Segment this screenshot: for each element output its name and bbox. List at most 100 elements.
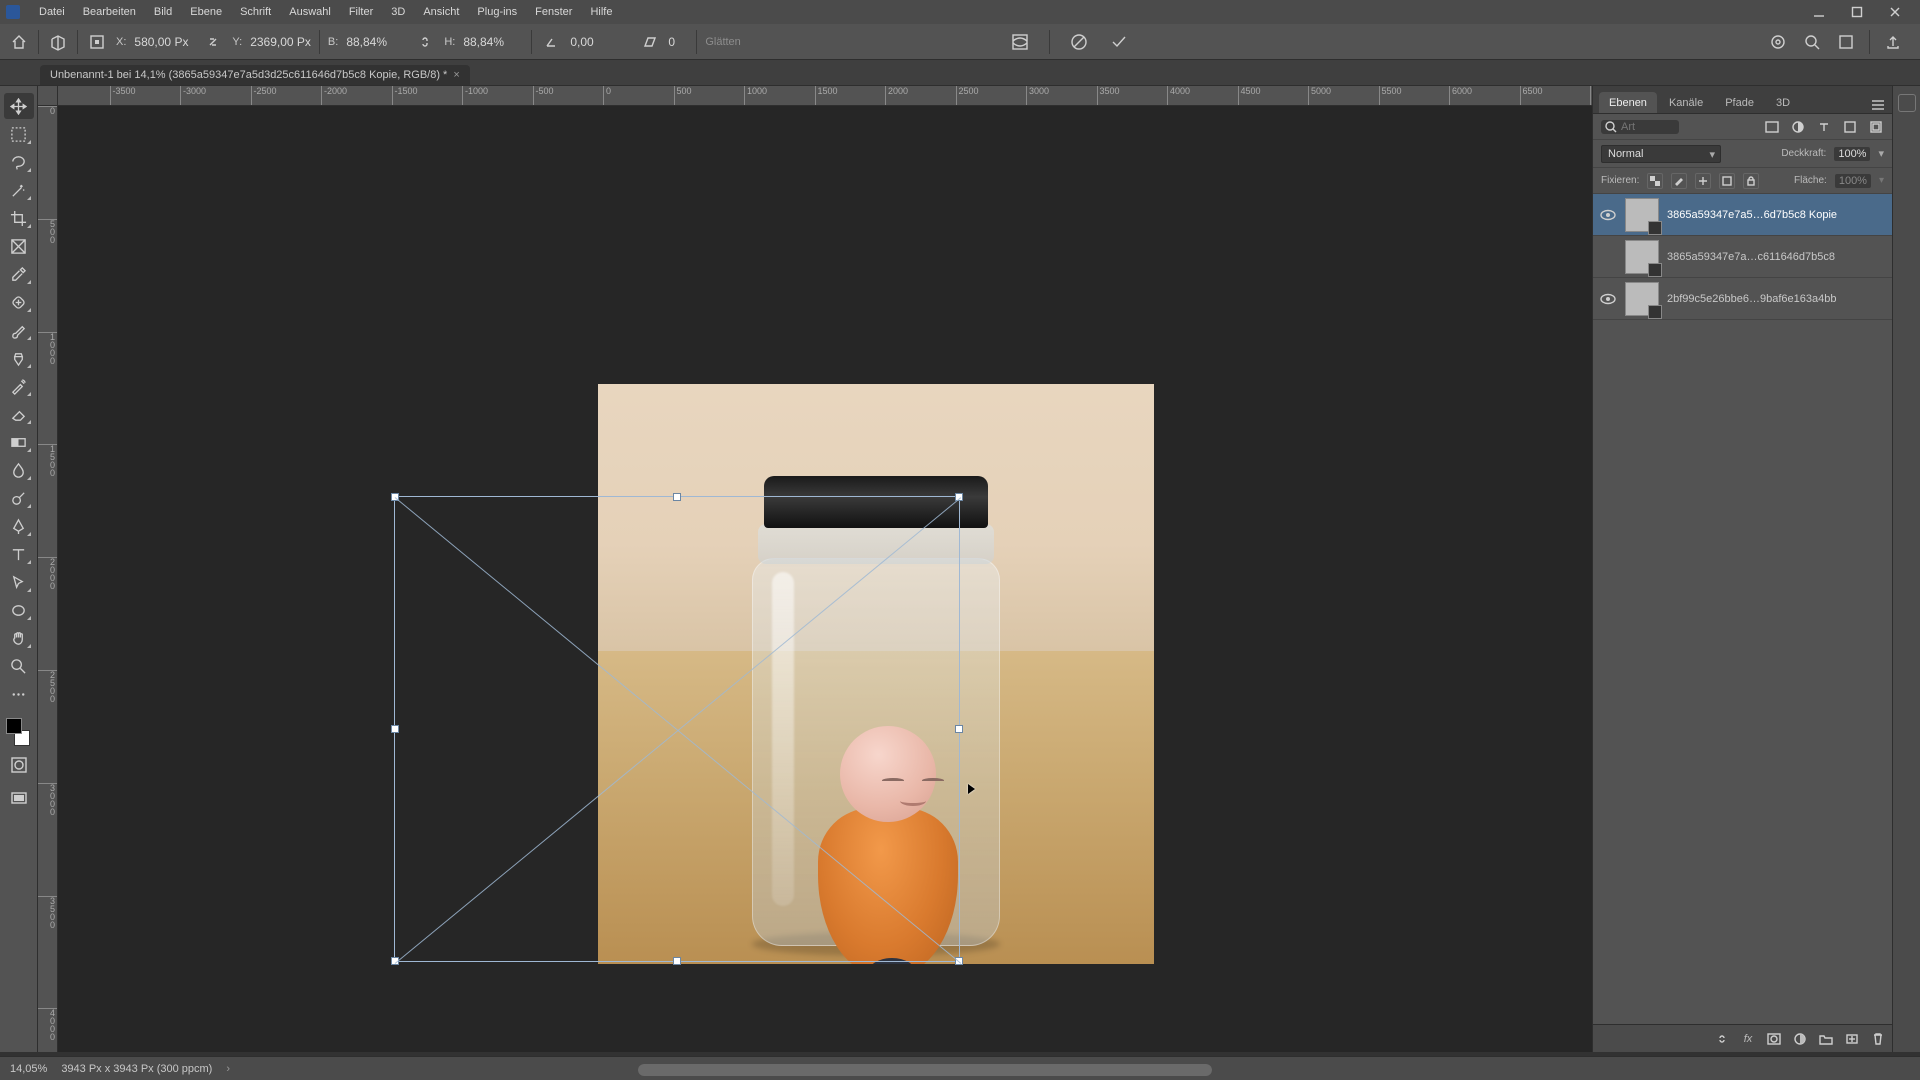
window-close-button[interactable] bbox=[1876, 0, 1914, 24]
foreground-color-swatch[interactable] bbox=[6, 718, 22, 734]
menu-datei[interactable]: Datei bbox=[30, 0, 74, 24]
fx-icon[interactable]: fx bbox=[1740, 1031, 1756, 1047]
share-icon[interactable] bbox=[1882, 31, 1904, 53]
opacity-value[interactable]: 100% bbox=[1834, 147, 1870, 161]
path-select-tool[interactable] bbox=[4, 569, 34, 595]
mask-icon[interactable] bbox=[1766, 1031, 1782, 1047]
menu-schrift[interactable]: Schrift bbox=[231, 0, 280, 24]
y-value[interactable]: 2369,00 Px bbox=[250, 35, 311, 49]
healing-tool[interactable] bbox=[4, 289, 34, 315]
lock-all-icon[interactable] bbox=[1743, 173, 1759, 189]
cancel-transform-button[interactable] bbox=[1068, 31, 1090, 53]
marquee-tool[interactable] bbox=[4, 121, 34, 147]
close-tab-icon[interactable]: × bbox=[453, 69, 459, 81]
home-button[interactable] bbox=[8, 31, 30, 53]
h-value[interactable]: 88,84% bbox=[463, 35, 523, 49]
transform-handle-n[interactable] bbox=[673, 493, 681, 501]
lock-artboard-icon[interactable] bbox=[1719, 173, 1735, 189]
clone-tool[interactable] bbox=[4, 345, 34, 371]
color-swatches[interactable] bbox=[4, 718, 34, 748]
layer-row[interactable]: 2bf99c5e26bbe6…9baf6e163a4bb bbox=[1593, 278, 1892, 320]
filter-type-icon[interactable] bbox=[1816, 119, 1832, 135]
status-docinfo[interactable]: 3943 Px x 3943 Px (300 ppcm) bbox=[61, 1063, 212, 1075]
adjustment-layer-icon[interactable] bbox=[1792, 1031, 1808, 1047]
menu-bearbeiten[interactable]: Bearbeiten bbox=[74, 0, 145, 24]
filter-smart-icon[interactable] bbox=[1868, 119, 1884, 135]
link-layers-icon[interactable] bbox=[1714, 1031, 1730, 1047]
status-chevron-icon[interactable]: › bbox=[226, 1063, 230, 1075]
blur-tool[interactable] bbox=[4, 457, 34, 483]
menu-auswahl[interactable]: Auswahl bbox=[280, 0, 340, 24]
crop-tool[interactable] bbox=[4, 205, 34, 231]
layer-visibility-toggle[interactable] bbox=[1599, 290, 1617, 308]
collapsed-panel-icon[interactable] bbox=[1898, 94, 1916, 112]
quick-mask-button[interactable] bbox=[4, 752, 34, 778]
lasso-tool[interactable] bbox=[4, 149, 34, 175]
canvas[interactable] bbox=[58, 106, 1592, 1052]
w-value[interactable]: 88,84% bbox=[346, 35, 406, 49]
lock-position-icon[interactable] bbox=[1695, 173, 1711, 189]
layer-visibility-toggle[interactable] bbox=[1599, 206, 1617, 224]
hand-tool[interactable] bbox=[4, 625, 34, 651]
menu-ebene[interactable]: Ebene bbox=[181, 0, 231, 24]
status-zoom[interactable]: 14,05% bbox=[10, 1063, 47, 1075]
transform-preset-icon[interactable] bbox=[47, 31, 69, 53]
filter-pixel-icon[interactable] bbox=[1764, 119, 1780, 135]
horizontal-scrollbar[interactable] bbox=[638, 1064, 1212, 1076]
link-wh-icon[interactable] bbox=[414, 31, 436, 53]
eyedropper-tool[interactable] bbox=[4, 261, 34, 287]
tab-channels[interactable]: Kanäle bbox=[1659, 92, 1713, 113]
zoom-tool[interactable] bbox=[4, 653, 34, 679]
gradient-tool[interactable] bbox=[4, 429, 34, 455]
menu-plug-ins[interactable]: Plug-ins bbox=[468, 0, 526, 24]
fill-value[interactable]: 100% bbox=[1835, 174, 1871, 188]
commit-transform-button[interactable] bbox=[1108, 31, 1130, 53]
menu-3d[interactable]: 3D bbox=[382, 0, 414, 24]
reference-point-icon[interactable] bbox=[86, 31, 108, 53]
delete-layer-icon[interactable] bbox=[1870, 1031, 1886, 1047]
window-maximize-button[interactable] bbox=[1838, 0, 1876, 24]
tab-paths[interactable]: Pfade bbox=[1715, 92, 1764, 113]
layer-thumbnail[interactable] bbox=[1625, 198, 1659, 232]
layer-row[interactable]: 3865a59347e7a5…6d7b5c8 Kopie bbox=[1593, 194, 1892, 236]
wand-tool[interactable] bbox=[4, 177, 34, 203]
transform-handle-w[interactable] bbox=[391, 725, 399, 733]
dodge-tool[interactable] bbox=[4, 485, 34, 511]
layer-name[interactable]: 2bf99c5e26bbe6…9baf6e163a4bb bbox=[1667, 293, 1836, 305]
layer-visibility-toggle[interactable] bbox=[1599, 248, 1617, 266]
panel-menu-icon[interactable] bbox=[1870, 97, 1886, 113]
layer-thumbnail[interactable] bbox=[1625, 240, 1659, 274]
history-brush-tool[interactable] bbox=[4, 373, 34, 399]
shape-tool[interactable] bbox=[4, 597, 34, 623]
filter-adjust-icon[interactable] bbox=[1790, 119, 1806, 135]
tab-layers[interactable]: Ebenen bbox=[1599, 92, 1657, 113]
screen-mode-button[interactable] bbox=[4, 786, 34, 812]
layer-name[interactable]: 3865a59347e7a…c611646d7b5c8 bbox=[1667, 251, 1835, 263]
menu-filter[interactable]: Filter bbox=[340, 0, 382, 24]
interpolation-label[interactable]: Glätten bbox=[705, 36, 740, 48]
document-tab[interactable]: Unbenannt-1 bei 14,1% (3865a59347e7a5d3d… bbox=[40, 65, 470, 85]
arrange-docs-icon[interactable] bbox=[1835, 31, 1857, 53]
filter-shape-icon[interactable] bbox=[1842, 119, 1858, 135]
brush-tool[interactable] bbox=[4, 317, 34, 343]
eraser-tool[interactable] bbox=[4, 401, 34, 427]
type-tool[interactable] bbox=[4, 541, 34, 567]
window-minimize-button[interactable] bbox=[1800, 0, 1838, 24]
blend-mode-select[interactable]: Normal bbox=[1601, 145, 1721, 163]
search-icon[interactable] bbox=[1801, 31, 1823, 53]
menu-hilfe[interactable]: Hilfe bbox=[581, 0, 621, 24]
lock-transparent-icon[interactable] bbox=[1647, 173, 1663, 189]
new-layer-icon[interactable] bbox=[1844, 1031, 1860, 1047]
swap-xy-icon[interactable] bbox=[202, 31, 224, 53]
layer-name[interactable]: 3865a59347e7a5…6d7b5c8 Kopie bbox=[1667, 209, 1837, 221]
skew-value[interactable]: 0 bbox=[668, 35, 688, 49]
lock-paint-icon[interactable] bbox=[1671, 173, 1687, 189]
cloud-docs-icon[interactable] bbox=[1767, 31, 1789, 53]
vertical-ruler[interactable]: 05001000150020002500300035004000 bbox=[38, 106, 58, 1052]
group-icon[interactable] bbox=[1818, 1031, 1834, 1047]
transform-handle-e[interactable] bbox=[955, 725, 963, 733]
layer-thumbnail[interactable] bbox=[1625, 282, 1659, 316]
menu-ansicht[interactable]: Ansicht bbox=[414, 0, 468, 24]
frame-tool[interactable] bbox=[4, 233, 34, 259]
transform-handle-s[interactable] bbox=[673, 957, 681, 965]
